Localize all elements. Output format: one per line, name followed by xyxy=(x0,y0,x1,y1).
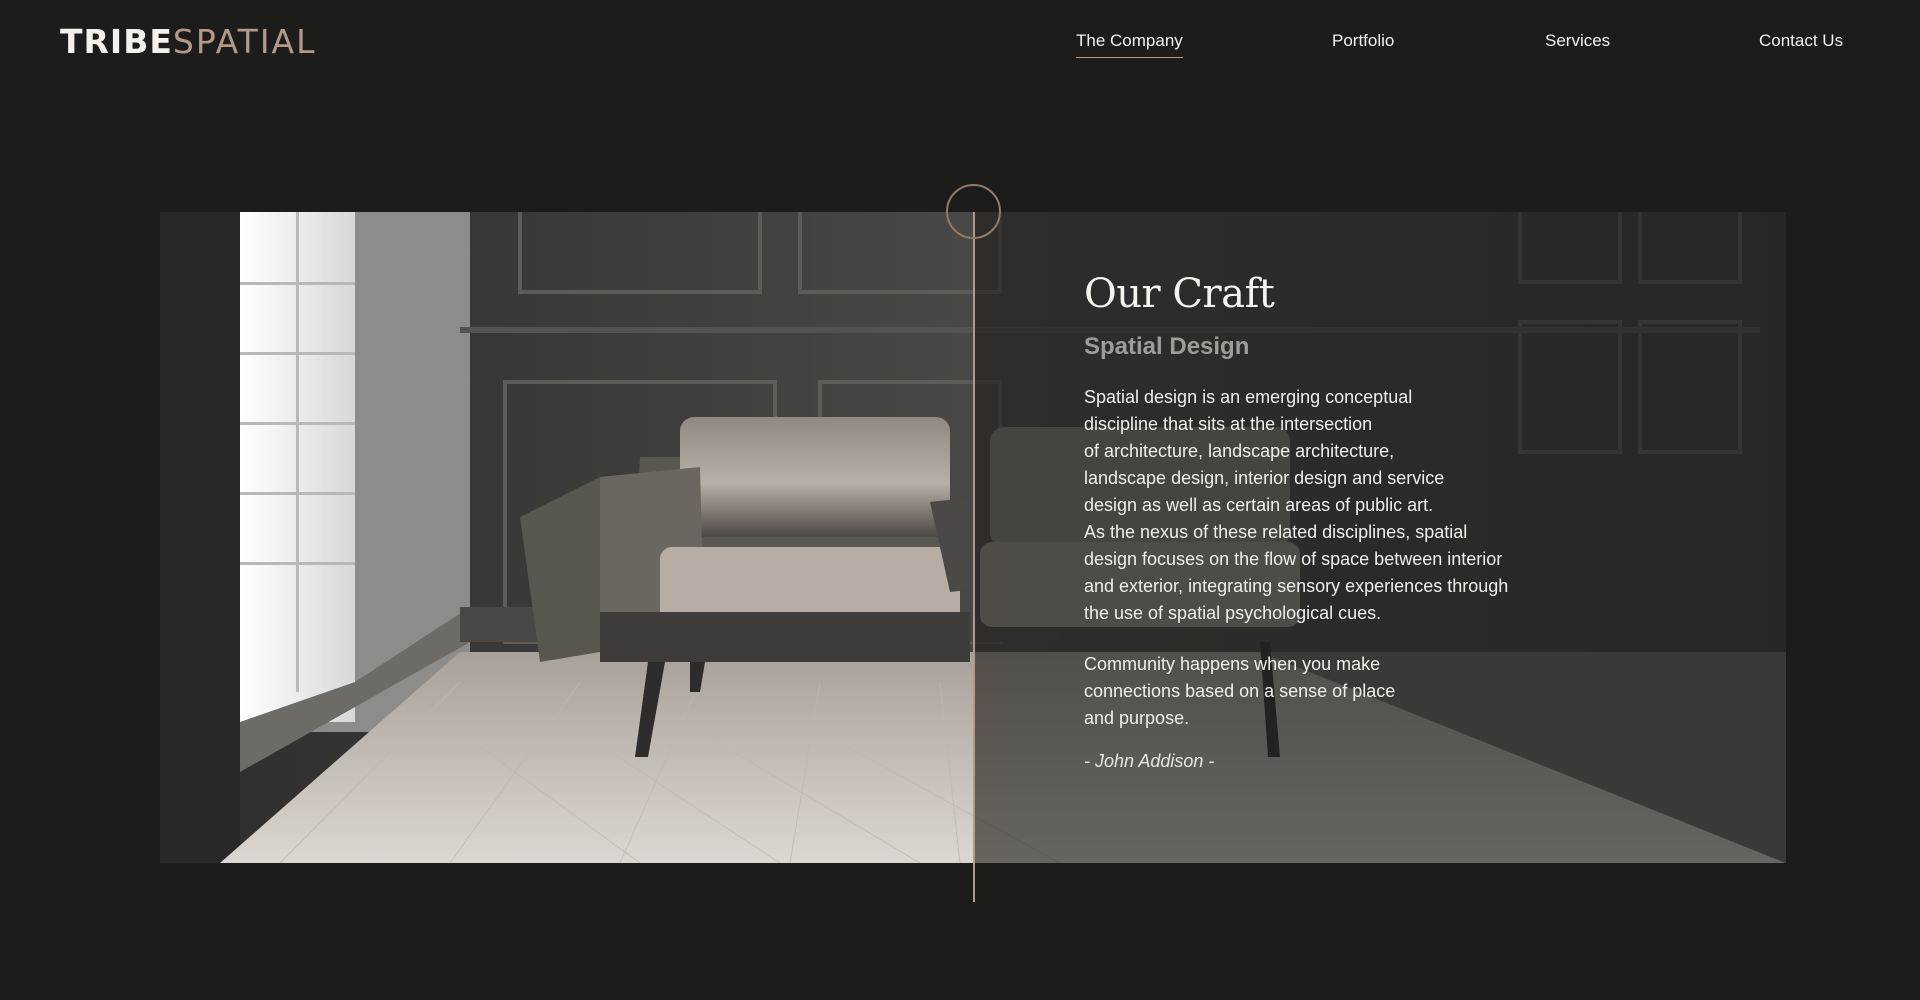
description-line: As the nexus of these related discipline… xyxy=(1084,522,1468,542)
description-line: of architecture, landscape architecture, xyxy=(1084,441,1395,461)
main-nav: The Company Portfolio Services Contact U… xyxy=(1076,30,1844,60)
quote-line: and purpose. xyxy=(1084,708,1190,728)
description-line: discipline that sits at the intersection xyxy=(1084,414,1373,434)
description-line: Spatial design is an emerging conceptual xyxy=(1084,387,1413,407)
description-line: landscape design, interior design and se… xyxy=(1084,468,1445,488)
nav-item-the-company[interactable]: The Company xyxy=(1076,30,1183,58)
logo-text-tribe: TRIBE xyxy=(60,22,173,61)
quote-line: connections based on a sense of place xyxy=(1084,681,1396,701)
quote-line: Community happens when you make xyxy=(1084,654,1381,674)
site-header: TRIBESPATIAL The Company Portfolio Servi… xyxy=(0,0,1920,86)
description-line: and exterior, integrating sensory experi… xyxy=(1084,576,1509,596)
divider-circle-icon xyxy=(946,184,1001,239)
description-line: the use of spatial psychological cues. xyxy=(1084,603,1382,623)
nav-item-portfolio[interactable]: Portfolio xyxy=(1332,30,1394,52)
craft-content: Our Craft Spatial Design Spatial design … xyxy=(1084,268,1584,775)
quote-paragraph: Community happens when you make connecti… xyxy=(1084,651,1584,732)
nav-item-services[interactable]: Services xyxy=(1545,30,1610,52)
vertical-divider-line xyxy=(973,212,975,902)
description-line: design focuses on the flow of space betw… xyxy=(1084,549,1503,569)
description-line: design as well as certain areas of publi… xyxy=(1084,495,1434,515)
logo[interactable]: TRIBESPATIAL xyxy=(60,24,317,60)
logo-text-spatial: SPATIAL xyxy=(172,22,317,61)
section-title: Our Craft xyxy=(1084,271,1275,317)
description-paragraph: Spatial design is an emerging conceptual… xyxy=(1084,384,1584,627)
section-subtitle: Spatial Design xyxy=(1084,333,1250,360)
nav-item-contact-us[interactable]: Contact Us xyxy=(1759,30,1843,52)
quote-author: - John Addison - xyxy=(1084,751,1215,771)
